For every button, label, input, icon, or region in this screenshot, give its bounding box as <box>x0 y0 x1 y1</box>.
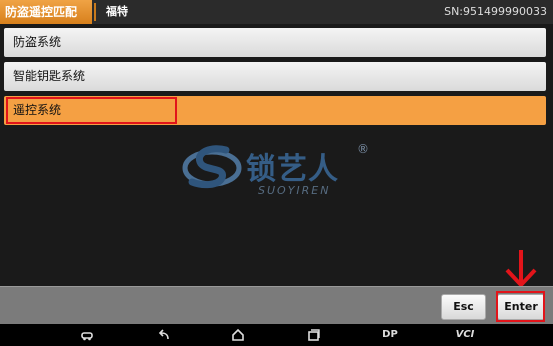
menu-item-label: 防盗系统 <box>13 35 62 49</box>
dp-indicator[interactable]: DP <box>380 328 400 342</box>
home-icon[interactable] <box>231 328 245 342</box>
menu-item-immobilizer-system[interactable]: 防盗系统 <box>4 28 546 57</box>
serial-number: SN:951499990033 <box>444 5 547 18</box>
menu-item-label: 智能钥匙系统 <box>13 69 86 83</box>
registered-mark: ® <box>357 142 369 156</box>
recent-apps-icon[interactable] <box>307 328 321 342</box>
tab-immobilizer-remote-match[interactable]: 防盗遥控匹配 <box>0 0 92 24</box>
breadcrumb: 福特 <box>106 5 128 18</box>
menu-item-remote-system[interactable]: 遥控系统 <box>4 96 546 125</box>
enter-highlight-box <box>496 291 545 322</box>
breadcrumb-separator <box>94 3 96 21</box>
action-bar: Esc Enter <box>0 286 553 324</box>
vci-indicator[interactable]: VCI <box>454 328 476 342</box>
down-arrow-annotation-icon <box>505 250 537 288</box>
back-icon[interactable] <box>157 328 171 342</box>
car-icon[interactable] <box>80 328 94 342</box>
logo-swirl-icon <box>182 145 242 189</box>
brand-name: 锁艺人 <box>246 152 339 187</box>
menu-item-smart-key-system[interactable]: 智能钥匙系统 <box>4 62 546 91</box>
title-bar: 防盗遥控匹配 福特 SN:951499990033 <box>0 0 553 24</box>
brand-logo: 锁艺人 ® SUOYIREN <box>180 142 380 212</box>
function-menu: 防盗系统 智能钥匙系统 遥控系统 <box>4 28 546 130</box>
system-navigation-bar: DP VCI <box>0 324 553 346</box>
esc-button[interactable]: Esc <box>441 294 486 320</box>
brand-subtitle: SUOYIREN <box>258 184 331 197</box>
selection-highlight-box <box>6 97 177 124</box>
